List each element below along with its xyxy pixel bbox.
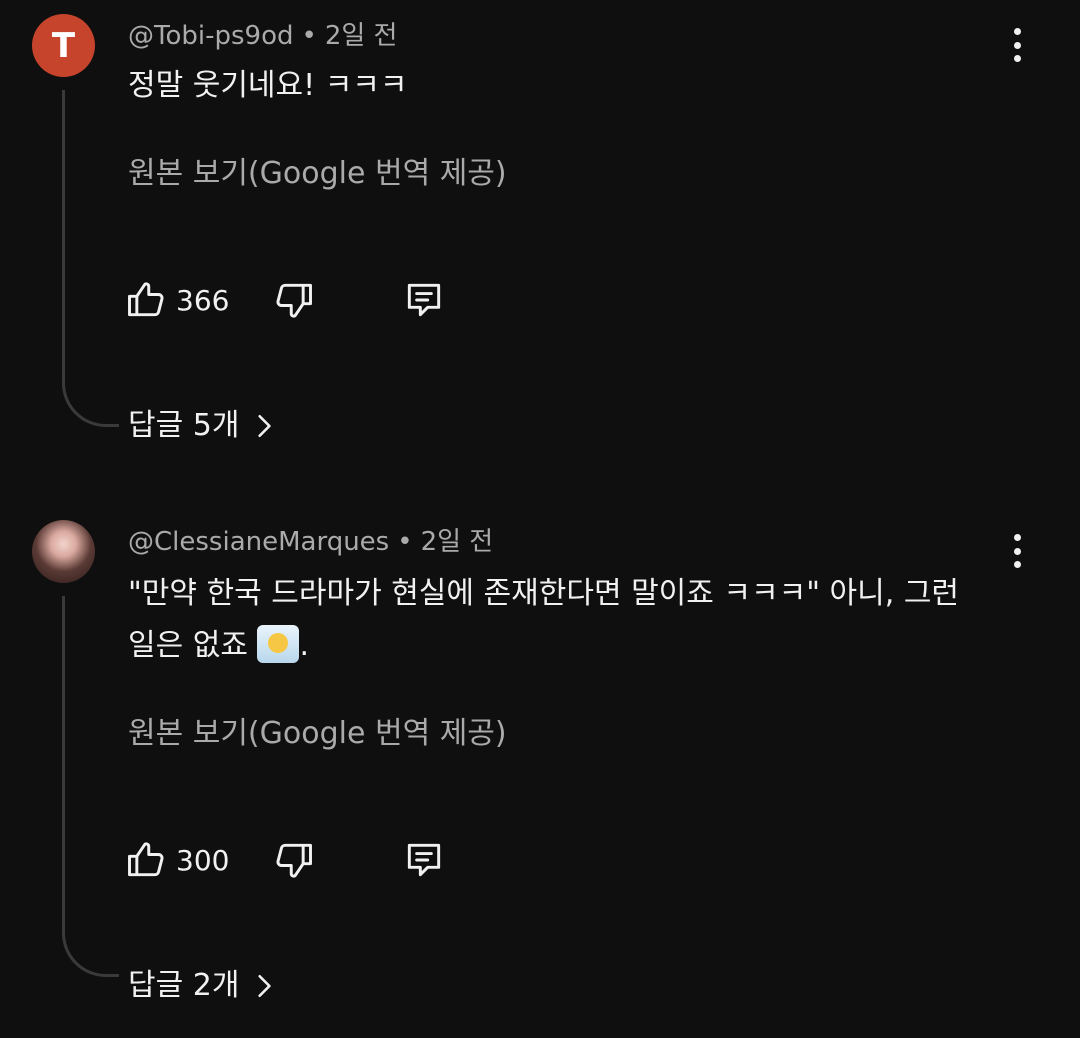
like-icon (128, 282, 164, 317)
comment-time: 2일 전 (420, 527, 494, 557)
more-vert-icon (1013, 28, 1021, 35)
face-in-clouds-emoji (257, 625, 300, 663)
comment-text-line: "만약 한국 드라마가 현실에 존재한다면 말이죠 ㅋㅋㅋ" 아니, 그런 (128, 576, 960, 611)
dislike-icon (276, 283, 312, 318)
avatar[interactable] (32, 520, 95, 583)
comment-actions: 300 (124, 836, 464, 884)
reply-button[interactable] (402, 276, 446, 324)
view-replies-button[interactable]: 답글 2개 (128, 966, 277, 1006)
chevron-right-icon (258, 414, 272, 438)
comment-text-line: 일은 없죠 . (128, 620, 1028, 672)
author-name[interactable]: @Tobi-ps9od (128, 21, 293, 51)
chevron-right-icon (258, 974, 272, 998)
comment-time: 2일 전 (324, 21, 398, 51)
replies-label: 답글 5개 (128, 408, 240, 443)
meta-separator: • (397, 527, 413, 557)
see-original-link[interactable]: 원본 보기(Google 번역 제공) (128, 154, 507, 194)
view-replies-button[interactable]: 답글 5개 (128, 406, 277, 446)
dislike-button[interactable] (272, 836, 316, 884)
see-original-link[interactable]: 원본 보기(Google 번역 제공) (128, 714, 507, 754)
like-button[interactable]: 300 (124, 836, 229, 884)
more-vert-icon (1013, 534, 1021, 541)
comment-text: "만약 한국 드라마가 현실에 존재한다면 말이죠 ㅋㅋㅋ" 아니, 그런 일은… (128, 568, 1028, 672)
reply-icon (407, 283, 441, 317)
dislike-button[interactable] (272, 276, 316, 324)
thread-line (62, 90, 119, 427)
like-icon (128, 842, 164, 877)
more-options-button[interactable] (1004, 28, 1030, 62)
like-count: 366 (176, 283, 230, 317)
reply-button[interactable] (402, 836, 446, 884)
author-name[interactable]: @ClessianeMarques (128, 527, 389, 557)
comment-meta: @ClessianeMarques • 2일 전 (128, 524, 493, 560)
avatar[interactable]: T (32, 14, 95, 77)
thread-line (62, 596, 119, 977)
like-count: 300 (176, 843, 230, 877)
dislike-icon (276, 843, 312, 878)
replies-label: 답글 2개 (128, 968, 240, 1003)
like-button[interactable]: 366 (124, 276, 229, 324)
comment-meta: @Tobi-ps9od • 2일 전 (128, 18, 397, 54)
comment-text: 정말 웃기네요! ㅋㅋㅋ (128, 68, 408, 103)
more-options-button[interactable] (1004, 534, 1030, 568)
comment-actions: 366 (124, 276, 464, 324)
meta-separator: • (301, 21, 317, 51)
reply-icon (407, 843, 441, 877)
